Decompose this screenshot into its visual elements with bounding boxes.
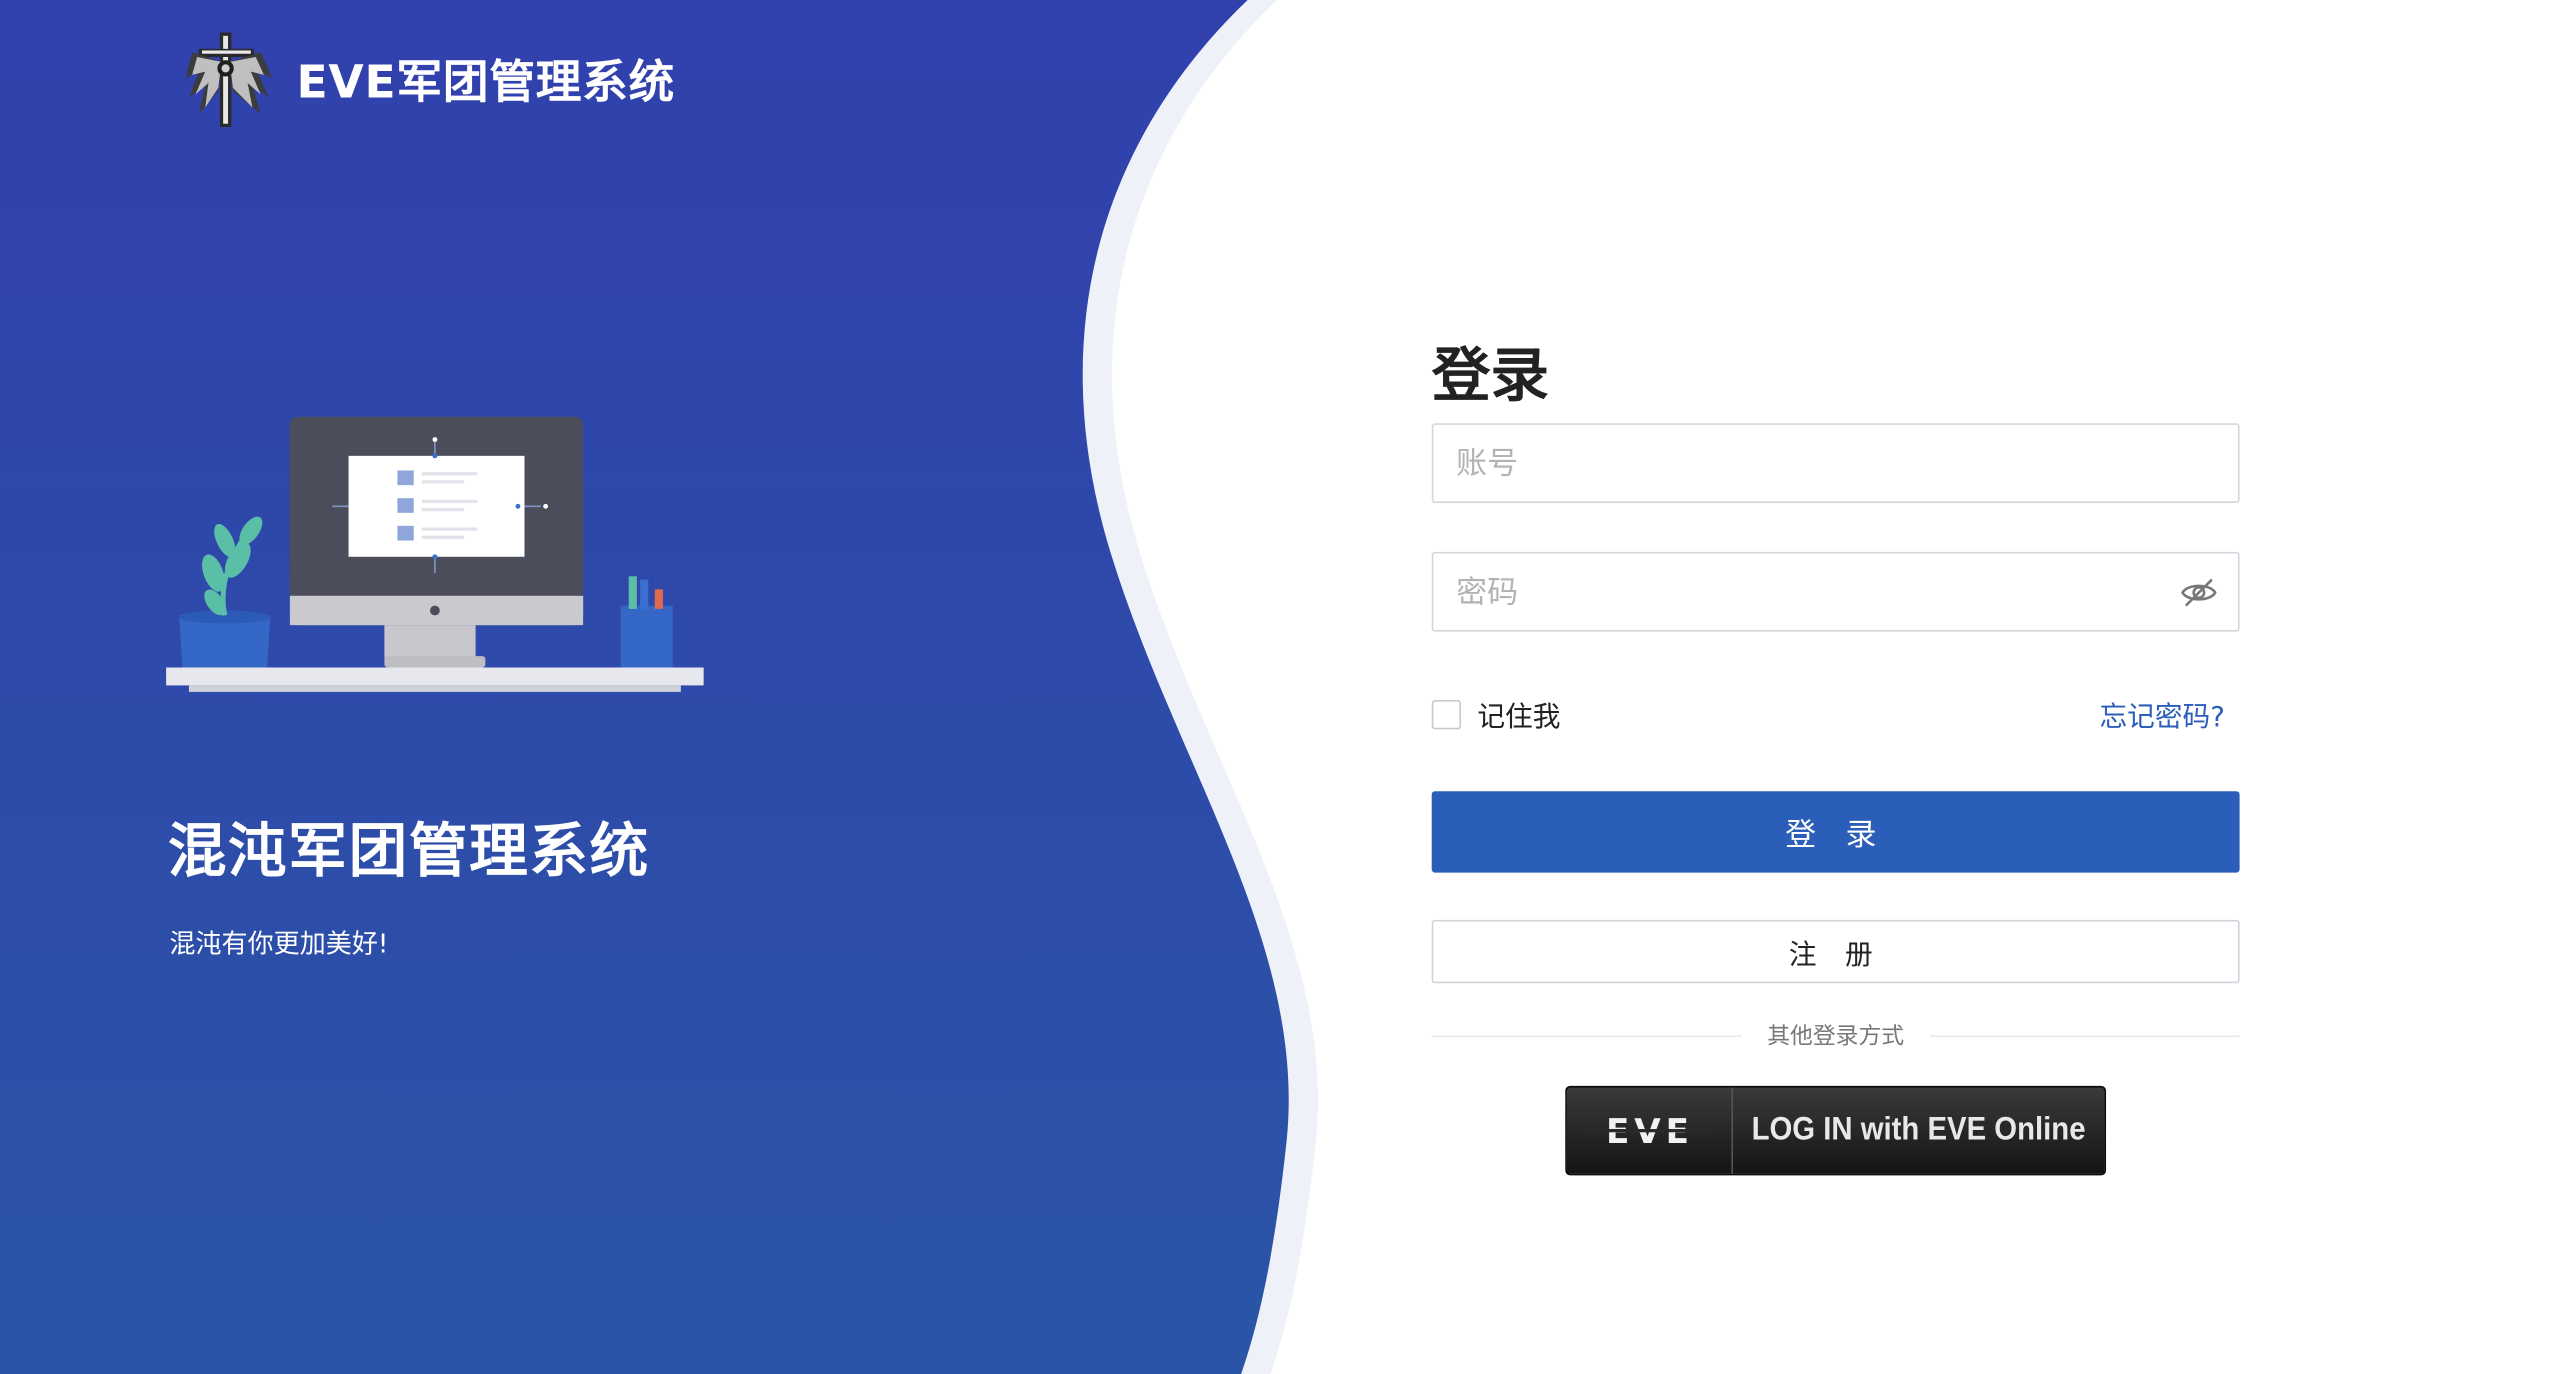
brand-title: EVE军团管理系统: [296, 55, 676, 110]
register-button[interactable]: 注 册: [1431, 919, 2240, 984]
other-login-divider: 其他登录方式: [1431, 1019, 2240, 1052]
other-login-label: 其他登录方式: [1767, 1024, 1905, 1051]
eve-sso-login-button[interactable]: EVE LOG IN with EVE Online: [1565, 1085, 2107, 1176]
remember-label: 记住我: [1477, 701, 1561, 735]
login-page: EVE军团管理系统 混沌军团管理系统 混沌有你更加美好! 登录 账号 记住我 忘…: [0, 0, 2554, 1374]
eve-logo-icon: EVE: [1585, 1113, 1713, 1149]
account-field: [1431, 423, 2240, 504]
divider-line: [1930, 1034, 2240, 1037]
eye-slash-icon[interactable]: [2179, 573, 2218, 612]
login-title: 登录: [1431, 343, 1550, 411]
winged-cross-logo-icon: [185, 32, 273, 127]
divider-line: [1431, 1034, 1742, 1037]
forgot-password-link[interactable]: 忘记密码?: [2099, 694, 2224, 735]
password-input[interactable]: [1433, 553, 2238, 631]
hero-title: 混沌军团管理系统: [167, 818, 650, 886]
remember-checkbox[interactable]: [1431, 699, 1462, 729]
eve-sso-label: LOG IN with EVE Online: [1751, 1111, 2086, 1148]
desktop-computer-illustration: [166, 416, 704, 692]
hero-subtitle: 混沌有你更加美好!: [169, 927, 389, 959]
eve-logo: EVE: [1567, 1087, 1734, 1174]
remember-me[interactable]: 记住我: [1431, 694, 1561, 735]
login-button[interactable]: 登 录: [1431, 791, 2240, 873]
password-field: [1431, 551, 2240, 632]
brand-header: EVE军团管理系统: [182, 29, 675, 130]
account-input[interactable]: [1433, 424, 2238, 502]
